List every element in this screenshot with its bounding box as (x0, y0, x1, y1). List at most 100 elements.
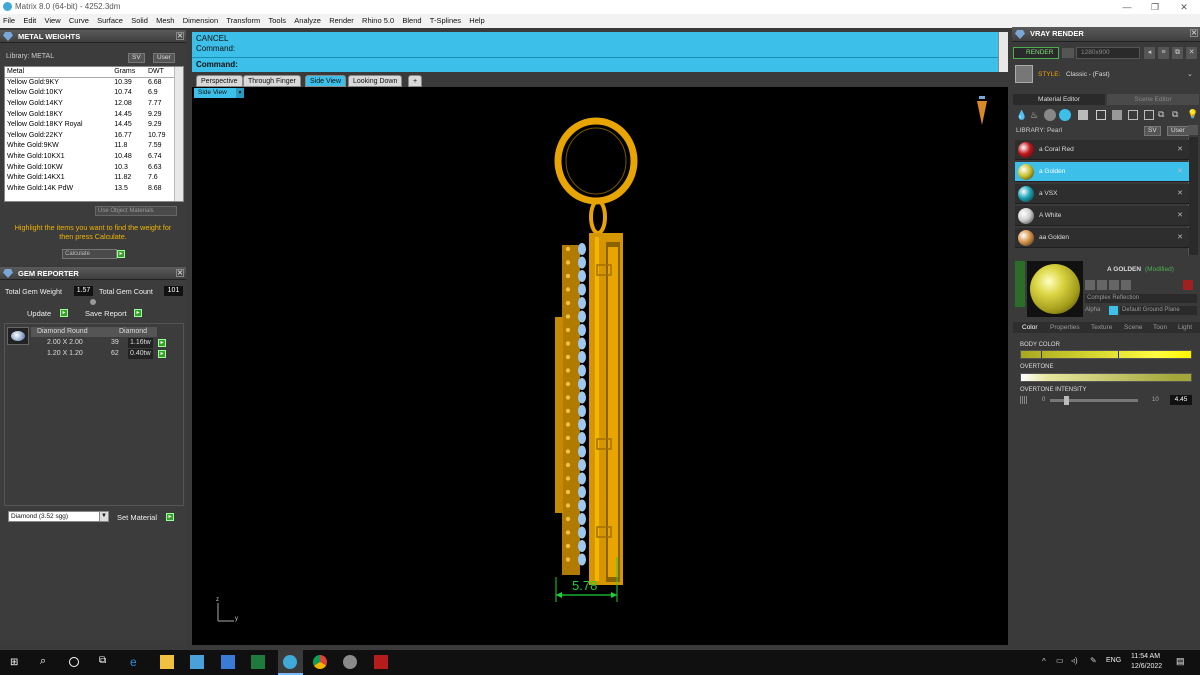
close-icon[interactable]: ✕ (1190, 29, 1198, 37)
task-view-icon[interactable]: ⧉ (99, 655, 106, 666)
save-report-button[interactable]: Save Report (85, 309, 127, 318)
square-icon[interactable] (1078, 110, 1088, 120)
user-button[interactable]: User (1167, 126, 1189, 136)
body-color-slider[interactable] (1020, 350, 1192, 359)
chrome-icon[interactable] (313, 655, 327, 669)
metal-row[interactable]: Yellow Gold:18KY 14.45 9.29 (5, 109, 175, 120)
menu-surface[interactable]: Surface (94, 14, 126, 27)
viewport-side-view[interactable]: Side View ▼ 5.78 z y (192, 87, 1008, 645)
menu-edit[interactable]: Edit (20, 14, 39, 27)
splitter-handle[interactable] (90, 299, 96, 305)
bulb-icon[interactable]: 💡 (1187, 109, 1198, 120)
metal-row[interactable]: White Gold:14KX1 11.82 7.6 (5, 172, 175, 183)
tab-toon[interactable]: Toon (1153, 324, 1167, 331)
sv-button[interactable]: SV (1144, 126, 1161, 136)
gem-material-select[interactable]: Diamond (3.52 sgg) ▼ (8, 511, 109, 522)
tab-material-editor[interactable]: Material Editor (1013, 94, 1105, 105)
alpha-toggle[interactable] (1109, 306, 1118, 315)
menu-view[interactable]: View (42, 14, 64, 27)
delete-icon[interactable]: ✕ (1186, 47, 1197, 59)
menu-transform[interactable]: Transform (223, 14, 263, 27)
texture-icon[interactable] (1112, 110, 1122, 120)
metal-row[interactable]: White Gold:10KW 10.3 6.63 (5, 162, 175, 173)
tab-scene-editor[interactable]: Scene Editor (1107, 94, 1199, 105)
display-icon[interactable]: ▭ (1056, 656, 1064, 665)
file-explorer-icon[interactable] (160, 655, 174, 669)
menu-tools[interactable]: Tools (266, 14, 290, 27)
chevron-down-icon[interactable]: ⌄ (1187, 70, 1193, 78)
store-icon[interactable] (190, 655, 204, 669)
dimension-label[interactable]: 5.78 (572, 578, 597, 593)
overtone-slider[interactable] (1020, 373, 1192, 382)
add-view-icon[interactable]: + (408, 75, 422, 87)
paste-icon[interactable]: ⧉ (1172, 109, 1178, 120)
active-sphere-icon[interactable] (1059, 109, 1071, 121)
clock-date[interactable]: 12/6/2022 (1131, 663, 1162, 670)
copy-icon[interactable]: ⧉ (1158, 109, 1164, 120)
render-button[interactable]: RENDER (1013, 47, 1059, 59)
remove-material-icon[interactable]: ✕ (1177, 211, 1183, 219)
material-item[interactable]: aa Golden ✕ (1015, 228, 1189, 248)
scroll-up-icon[interactable] (1188, 125, 1198, 135)
resolution-field[interactable]: 1280x900 (1076, 47, 1140, 59)
close-button[interactable]: ✕ (1170, 0, 1198, 14)
tab-light[interactable]: Light (1178, 324, 1192, 331)
excel-icon[interactable] (251, 655, 265, 669)
chevron-up-icon[interactable]: ^ (1042, 657, 1046, 666)
app-icon[interactable] (343, 655, 357, 669)
matrix-taskbar-button[interactable] (278, 650, 303, 675)
gem-row[interactable]: 2.00 X 2.00 39 1.16tw ▸ (31, 338, 169, 348)
menu-rhino[interactable]: Rhino 5.0 (359, 14, 397, 27)
material-item[interactable]: a Golden ✕ (1015, 162, 1189, 182)
material-list-scrollbar[interactable] (1188, 137, 1198, 255)
close-icon[interactable]: ✕ (176, 269, 184, 277)
metal-list[interactable]: Metal Grams DWT Yellow Gold:9KY 10.39 6.68… (4, 66, 184, 202)
tool-icon[interactable] (1085, 280, 1095, 290)
material-item[interactable]: A White ✕ (1015, 206, 1189, 226)
drop-icon[interactable]: 💧 (1016, 110, 1027, 121)
edge-icon[interactable]: e (130, 655, 144, 669)
tab-scene[interactable]: Scene (1124, 324, 1142, 331)
menu-mesh[interactable]: Mesh (153, 14, 177, 27)
checker-icon[interactable] (1128, 110, 1138, 120)
intensity-slider-track[interactable] (1050, 396, 1138, 405)
menu-help[interactable]: Help (466, 14, 487, 27)
menu-blend[interactable]: Blend (399, 14, 424, 27)
style-value[interactable]: Classic - (Fast) (1066, 71, 1110, 78)
list-icon[interactable]: ≡ (1158, 47, 1169, 59)
remove-material-icon[interactable]: ✕ (1177, 233, 1183, 241)
preview-side-tab[interactable] (1015, 261, 1025, 307)
windows-start-icon[interactable]: ⊞ (10, 657, 18, 668)
chevron-down-icon[interactable]: ▼ (99, 512, 108, 521)
metal-list-scrollbar[interactable] (174, 67, 183, 201)
maximize-button[interactable]: ❐ (1141, 0, 1169, 14)
set-material-button[interactable]: Set Material (117, 513, 157, 522)
remove-material-icon[interactable]: ✕ (1177, 145, 1183, 153)
set-material-arrow-icon[interactable]: ▸ (166, 513, 174, 521)
link-icon[interactable]: ⧉ (1172, 47, 1183, 59)
sphere-icon[interactable] (1044, 109, 1056, 121)
diamond-round-thumbnail[interactable] (7, 327, 29, 345)
tab-through-finger[interactable]: Through Finger (243, 75, 301, 87)
metal-row[interactable]: Yellow Gold:9KY 10.39 6.68 (5, 77, 175, 88)
gem-row[interactable]: 1.20 X 1.20 62 0.40tw ▸ (31, 349, 169, 359)
complex-reflection-select[interactable]: Complex Reflection (1085, 294, 1197, 303)
material-item[interactable]: a Coral Red ✕ (1015, 140, 1189, 160)
remove-material-icon[interactable]: ✕ (1177, 167, 1183, 175)
pattern-icon[interactable] (1144, 110, 1154, 120)
grid-icon[interactable] (1096, 110, 1106, 120)
save-report-arrow-icon[interactable]: ▸ (134, 309, 142, 317)
metal-row[interactable]: White Gold:9KW 11.8 7.59 (5, 141, 175, 152)
camera-icon[interactable] (1062, 48, 1074, 58)
menu-dimension[interactable]: Dimension (180, 14, 221, 27)
gem-row-arrow-icon[interactable]: ▸ (158, 339, 166, 347)
menu-solid[interactable]: Solid (128, 14, 151, 27)
remove-material-icon[interactable]: ✕ (1177, 189, 1183, 197)
chevron-down-icon[interactable]: ▼ (236, 88, 244, 98)
sv-button[interactable]: SV (128, 53, 145, 63)
volume-icon[interactable]: ◃) (1071, 656, 1078, 665)
flame-icon[interactable]: ♨ (1030, 110, 1038, 121)
metal-row[interactable]: Yellow Gold:18KY Royal 14.45 9.29 (5, 119, 175, 130)
use-object-materials-checkbox[interactable]: Use Object Materials (95, 206, 177, 216)
previous-icon[interactable]: ◂ (1144, 47, 1155, 59)
